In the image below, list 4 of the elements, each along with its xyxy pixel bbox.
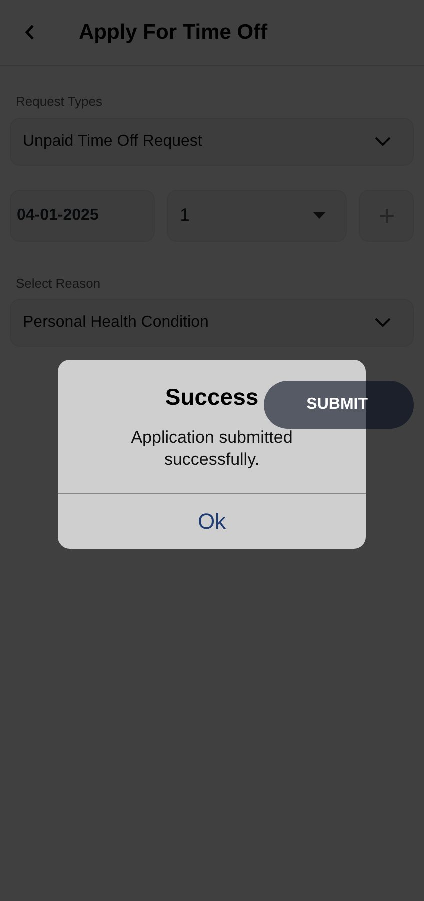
page-title: Apply For Time Off (79, 20, 268, 46)
ok-button[interactable]: Ok (58, 492, 366, 549)
dialog-message: Application submitted successfully. (130, 426, 294, 471)
dialog-title: Success (165, 383, 259, 412)
